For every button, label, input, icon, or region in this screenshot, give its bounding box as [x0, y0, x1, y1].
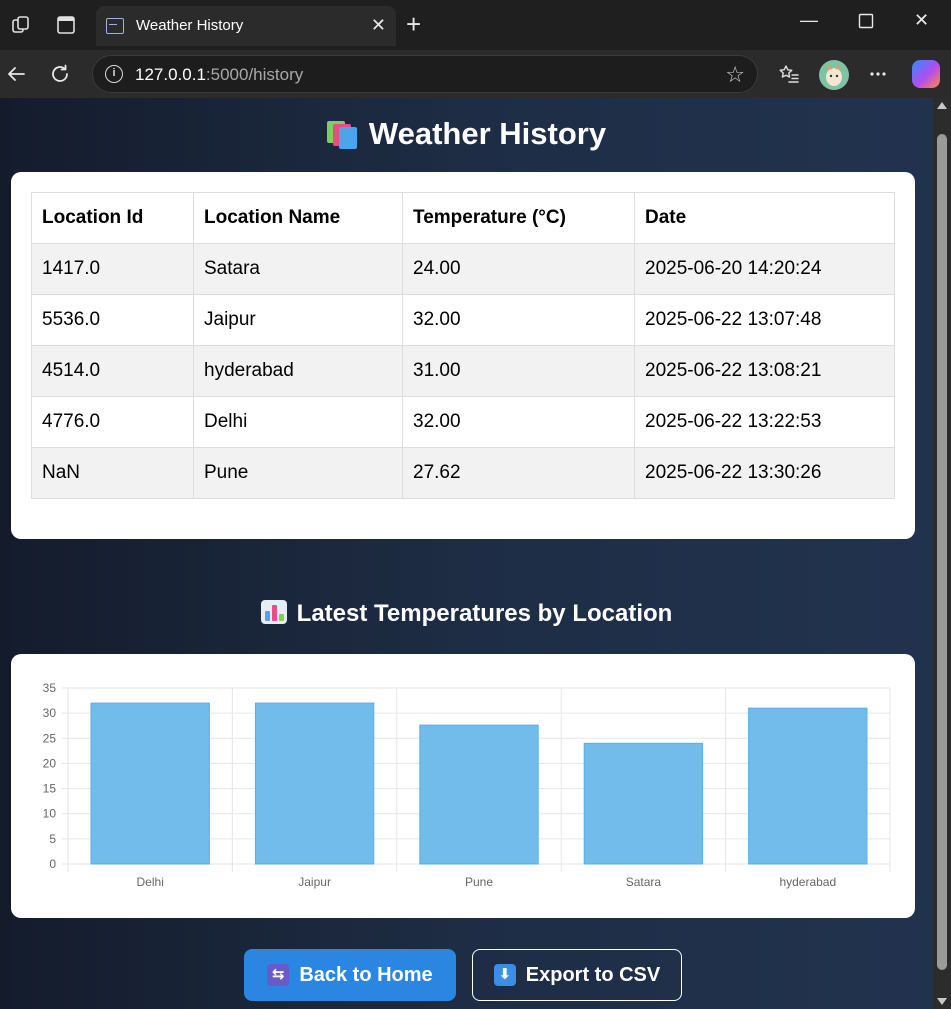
browser-tab-bar: Weather History ✕ + — ✕: [0, 0, 951, 50]
cell-temperature: 31.00: [402, 345, 635, 397]
cell-date: 2025-06-22 13:08:21: [634, 345, 895, 397]
y-tick-label: 0: [49, 857, 56, 871]
url-text: 127.0.0.1:5000/history: [135, 65, 304, 84]
x-tick-label: Satara: [626, 875, 662, 889]
y-tick-label: 30: [43, 706, 57, 720]
cell-location-name: hyderabad: [193, 345, 403, 397]
chart-heading: Latest Temperatures by Location: [0, 600, 933, 628]
cell-location-id: 4514.0: [31, 345, 194, 397]
cell-location-id: 1417.0: [31, 243, 194, 295]
y-tick-label: 35: [43, 681, 57, 695]
bar-chart-icon: [260, 600, 287, 624]
back-arrow-icon[interactable]: [2, 60, 30, 88]
favorite-star-icon[interactable]: ☆: [725, 62, 745, 88]
browser-address-bar: i 127.0.0.1:5000/history ☆: [0, 50, 951, 98]
y-tick-label: 20: [43, 756, 57, 770]
table-row: NaN Pune 27.62 2025-06-22 13:30:26: [31, 447, 895, 499]
history-table: Location Id Location Name Temperature (°…: [31, 192, 895, 499]
column-header: Temperature (°C): [402, 192, 635, 244]
cell-location-id: NaN: [31, 447, 194, 499]
cell-location-name: Satara: [193, 243, 403, 295]
scroll-thumb[interactable]: [937, 134, 947, 970]
profile-avatar[interactable]: [819, 60, 849, 90]
column-header: Location Id: [31, 192, 194, 244]
table-header-row: Location Id Location Name Temperature (°…: [31, 192, 895, 244]
table-row: 1417.0 Satara 24.00 2025-06-20 14:20:24: [31, 243, 895, 295]
page-scrollbar[interactable]: [933, 98, 951, 1009]
x-tick-label: Delhi: [137, 875, 164, 889]
cell-temperature: 32.00: [402, 396, 635, 448]
bar-pune: [419, 724, 539, 865]
close-window-icon[interactable]: ✕: [914, 10, 929, 31]
cell-temperature: 32.00: [402, 294, 635, 346]
cell-temperature: 27.62: [402, 447, 635, 499]
cell-location-name: Delhi: [193, 396, 403, 448]
cell-location-name: Jaipur: [193, 294, 403, 346]
url-field[interactable]: i 127.0.0.1:5000/history ☆: [92, 55, 758, 93]
cell-date: 2025-06-20 14:20:24: [634, 243, 895, 295]
cell-location-name: Pune: [193, 447, 403, 499]
books-icon: [326, 119, 357, 149]
column-header: Location Name: [193, 192, 403, 244]
bar-delhi: [90, 702, 210, 865]
column-header: Date: [634, 192, 895, 244]
export-csv-button[interactable]: ⬇ Export to CSV: [472, 949, 682, 1001]
page-title: Weather History: [0, 116, 933, 152]
maximize-icon[interactable]: [858, 13, 874, 34]
bar-hyderabad: [748, 707, 868, 865]
tab-weather-history[interactable]: Weather History ✕: [96, 6, 396, 46]
workspaces-icon[interactable]: [9, 13, 33, 37]
x-tick-label: Jaipur: [298, 875, 331, 889]
table-row: 5536.0 Jaipur 32.00 2025-06-22 13:07:48: [31, 294, 895, 346]
vertical-tabs-icon[interactable]: [54, 13, 78, 37]
chart-card: 0 5 10 15 20 25 30 35 Delhi Jaipur Pune Satara hyder…: [11, 654, 915, 918]
history-table-card: Location Id Location Name Temperature (°…: [11, 172, 915, 539]
bar-jaipur: [254, 702, 375, 865]
cell-location-id: 4776.0: [31, 396, 194, 448]
cell-date: 2025-06-22 13:30:26: [634, 447, 895, 499]
y-tick-label: 25: [43, 731, 57, 745]
y-tick-label: 15: [43, 782, 57, 796]
x-tick-label: Pune: [465, 875, 493, 889]
back-to-home-button[interactable]: ⇆ Back to Home: [244, 949, 456, 1001]
copilot-icon[interactable]: [912, 60, 940, 88]
table-row: 4514.0 hyderabad 31.00 2025-06-22 13:08:…: [31, 345, 895, 397]
y-tick-label: 5: [49, 832, 56, 846]
cell-date: 2025-06-22 13:22:53: [634, 396, 895, 448]
x-tick-label: hyderabad: [779, 875, 836, 889]
back-arrows-icon: ⇆: [267, 964, 290, 986]
cell-date: 2025-06-22 13:07:48: [634, 294, 895, 346]
more-options-icon[interactable]: [864, 60, 892, 88]
cell-temperature: 24.00: [402, 243, 635, 295]
favorites-list-icon[interactable]: [775, 60, 803, 88]
cell-location-id: 5536.0: [31, 294, 194, 346]
temperature-bar-chart: 0 5 10 15 20 25 30 35 Delhi Jaipur Pune Satara hyder…: [43, 681, 891, 889]
minimize-icon[interactable]: —: [800, 10, 818, 31]
y-tick-label: 10: [43, 807, 57, 821]
reload-icon[interactable]: [46, 60, 74, 88]
page-viewport: Weather History Location Id Location Nam…: [0, 98, 951, 1009]
tab-title: Weather History: [136, 17, 244, 34]
table-row: 4776.0 Delhi 32.00 2025-06-22 13:22:53: [31, 396, 895, 448]
scroll-down-icon[interactable]: [937, 998, 947, 1005]
close-tab-icon[interactable]: ✕: [371, 15, 386, 35]
scroll-up-icon[interactable]: [937, 102, 947, 109]
bar-satara: [583, 742, 704, 865]
terminal-favicon-icon: [106, 18, 124, 34]
new-tab-icon[interactable]: +: [406, 11, 421, 37]
down-arrow-icon: ⬇: [493, 964, 516, 986]
site-info-icon[interactable]: i: [105, 65, 123, 83]
